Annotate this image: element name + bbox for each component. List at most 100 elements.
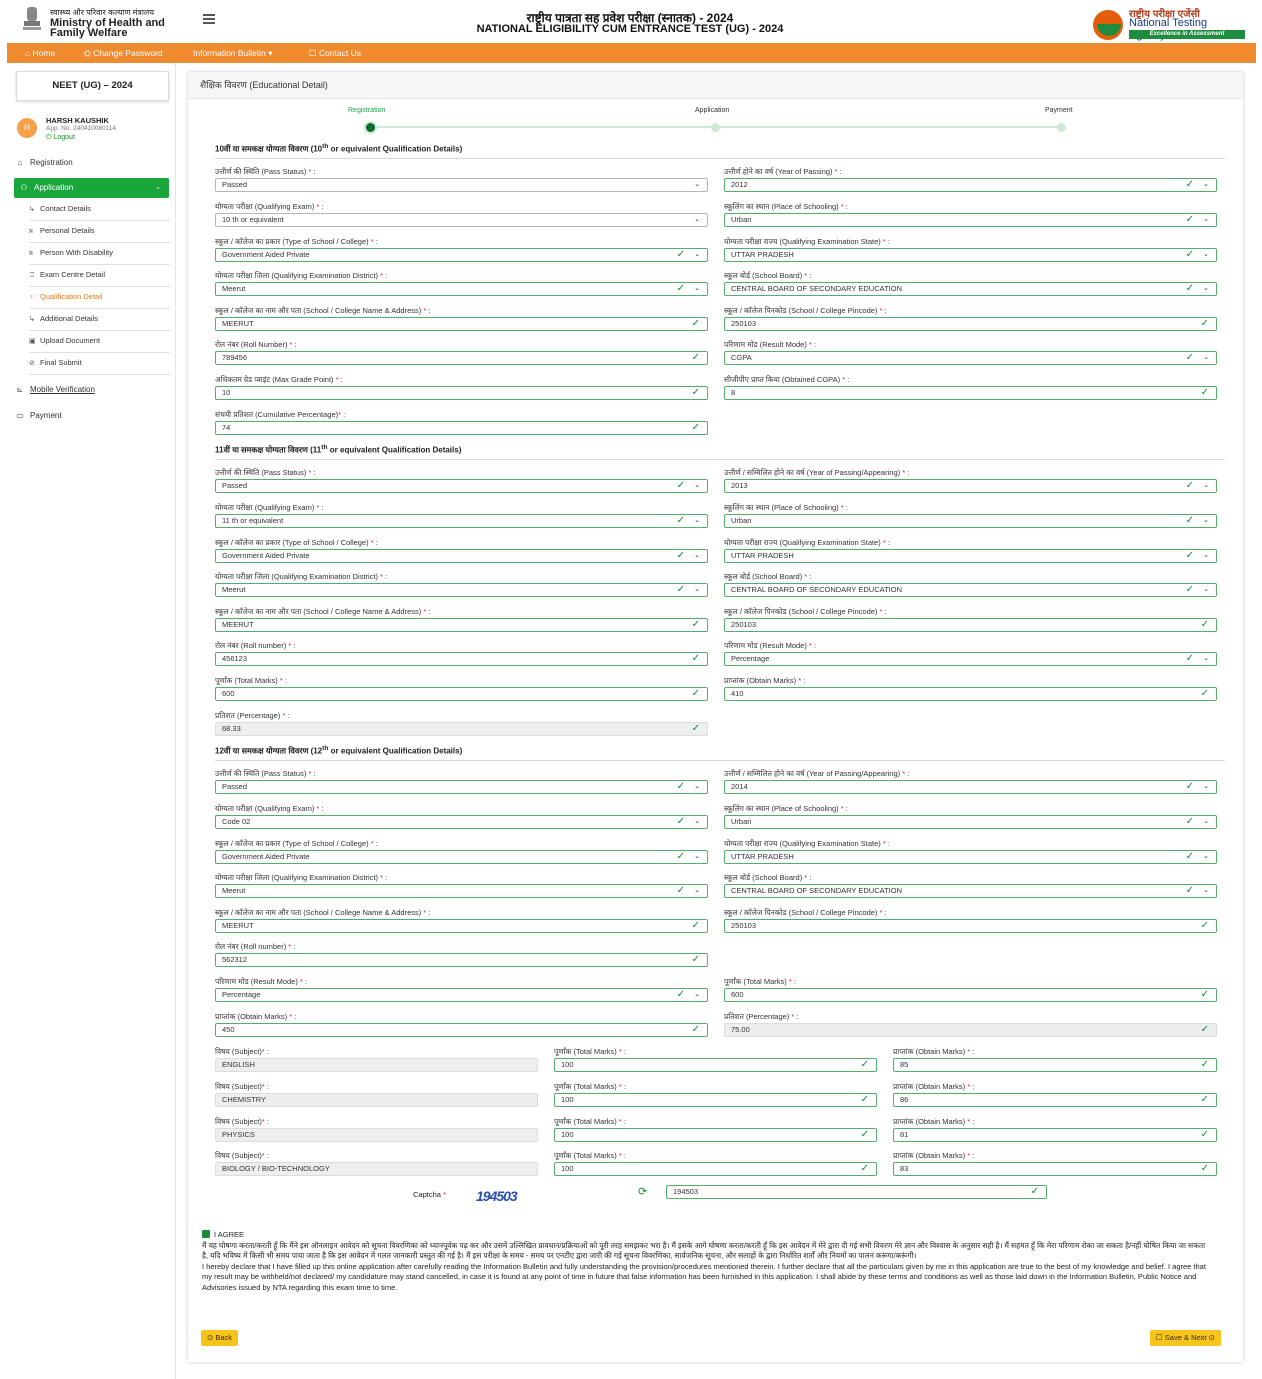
obtained-cgpa-input[interactable]: 8 ✓: [724, 386, 1217, 400]
qualifying-district-select[interactable]: Meerut ✓ ⌄: [215, 583, 708, 597]
pass-status-select[interactable]: Passed ✓ ⌄: [215, 780, 708, 794]
agree-checkbox[interactable]: I AGREE: [202, 1230, 1212, 1241]
check-icon: ✓: [1185, 550, 1194, 561]
obtain-marks-input[interactable]: 410 ✓: [724, 687, 1217, 701]
hamburger-menu-icon[interactable]: [203, 14, 215, 24]
sidebar-item-registration[interactable]: ⌂ Registration: [14, 153, 73, 173]
chevron-down-icon: ⌄: [1203, 482, 1209, 489]
school-type-select[interactable]: Government Aided Private ✓ ⌄: [215, 850, 708, 864]
person-icon: ᴙ: [29, 228, 33, 235]
label-total-marks: पूर्णांक (Total Marks) * :: [215, 676, 287, 685]
percentage-field: 75.00 ✓: [724, 1023, 1217, 1037]
check-icon: ✓: [1185, 781, 1194, 792]
sidebar-item-payment[interactable]: ▭ Payment: [14, 406, 61, 426]
qualifying-exam-select[interactable]: 10 th or equivalent ⌄: [215, 213, 708, 227]
refresh-icon[interactable]: ⟳: [638, 1185, 647, 1198]
result-mode-select[interactable]: Percentage ✓ ⌄: [215, 988, 708, 1002]
place-schooling-select[interactable]: Urban ✓ ⌄: [724, 213, 1217, 227]
logout-link[interactable]: ⏻ Logout: [46, 134, 75, 142]
qualifying-state-select[interactable]: UTTAR PRADESH ✓ ⌄: [724, 850, 1217, 864]
total-marks-input[interactable]: 600 ✓: [215, 687, 708, 701]
nav-contact-us[interactable]: ☐ Contact Us: [309, 43, 361, 63]
save-next-button[interactable]: ☐ Save & Next ⊙: [1150, 1330, 1221, 1346]
sidebar-item-additional-details[interactable]: ↳ Additional Details: [29, 309, 170, 331]
pass-status-select[interactable]: Passed ✓ ⌄: [215, 479, 708, 493]
result-mode-select[interactable]: CGPA ✓ ⌄: [724, 351, 1217, 365]
year-passing-select[interactable]: 2014 ✓ ⌄: [724, 780, 1217, 794]
sidebar-item-upload-document[interactable]: ▣ Upload Document: [29, 331, 170, 353]
nav-change-password[interactable]: ⛭ Change Password: [84, 43, 163, 63]
school-pincode-input[interactable]: 250103 ✓: [724, 618, 1217, 632]
place-schooling-select[interactable]: Urban ✓ ⌄: [724, 815, 1217, 829]
school-pincode-input[interactable]: 250103 ✓: [724, 317, 1217, 331]
chevron-down-icon: ⌄: [155, 184, 161, 191]
max-grade-input[interactable]: 10 ✓: [215, 386, 708, 400]
school-type-select[interactable]: Government Aided Private ✓ ⌄: [215, 248, 708, 262]
place-schooling-select[interactable]: Urban ✓ ⌄: [724, 514, 1217, 528]
subject-total-input[interactable]: 100 ✓: [554, 1128, 877, 1142]
qualifying-exam-select[interactable]: 11 th or equivalent ✓ ⌄: [215, 514, 708, 528]
avatar: H: [17, 118, 37, 138]
pass-status-select[interactable]: Passed ⌄: [215, 178, 708, 192]
nav-information-bulletin[interactable]: Information Bulletin ▾: [193, 43, 272, 63]
subject-obtain-input[interactable]: 81 ✓: [893, 1128, 1217, 1142]
sidebar-item-disability[interactable]: ᴙ Person With Disability: [29, 243, 170, 265]
subject-obtain-input[interactable]: 83 ✓: [893, 1162, 1217, 1176]
subject-total-input[interactable]: 100 ✓: [554, 1058, 877, 1072]
sidebar-item-qualification[interactable]: ♆ Qualification Detail: [29, 287, 170, 309]
school-board-select[interactable]: CENTRAL BOARD OF SECONDARY EDUCATION ✓ ⌄: [724, 884, 1217, 898]
nav-home[interactable]: ⌂ Home: [25, 43, 55, 63]
label-pass-status: उत्तीर्ण की स्थिति (Pass Status) * :: [215, 167, 316, 176]
back-button[interactable]: ⊙ Back: [201, 1330, 239, 1346]
person-icon: ᴙ: [29, 250, 33, 257]
sidebar-item-application[interactable]: ⚇ Application ⌄: [14, 178, 169, 198]
roll-number-input[interactable]: 789456 ✓: [215, 351, 708, 365]
school-board-select[interactable]: CENTRAL BOARD OF SECONDARY EDUCATION ✓ ⌄: [724, 583, 1217, 597]
captcha-input[interactable]: 194503 ✓: [666, 1185, 1047, 1199]
qualifying-district-select[interactable]: Meerut ✓ ⌄: [215, 282, 708, 296]
check-icon: ✓: [676, 851, 685, 862]
sidebar-item-personal-details[interactable]: ᴙ Personal Details: [29, 221, 170, 243]
school-name-input[interactable]: MEERUT ✓: [215, 317, 708, 331]
qualifying-state-select[interactable]: UTTAR PRADESH ✓ ⌄: [724, 248, 1217, 262]
subject-total-input[interactable]: 100 ✓: [554, 1162, 877, 1176]
label-total-marks: पूर्णांक (Total Marks) * :: [554, 1082, 626, 1091]
year-passing-select[interactable]: 2012 ✓ ⌄: [724, 178, 1217, 192]
year-passing-select[interactable]: 2013 ✓ ⌄: [724, 479, 1217, 493]
nta-tagline: Excellence in Assessment: [1129, 30, 1245, 39]
section-10th: 10वीं या समकक्ष योग्यता विवरण (10th or e…: [215, 143, 1225, 159]
chevron-down-icon: ⌄: [1203, 216, 1209, 223]
sidebar-item-mobile-verification[interactable]: ⊾ Mobile Verification: [14, 380, 95, 400]
section-title: 11वीं या समकक्ष योग्यता विवरण (11: [215, 445, 322, 455]
sidebar-item-contact-details[interactable]: ↳ Contact Details: [29, 199, 170, 221]
sidebar-item-label: Qualification Detail: [40, 292, 103, 301]
sidebar-item-final-submit[interactable]: ⊘ Final Submit: [29, 353, 170, 375]
qualifying-exam-select[interactable]: Code 02 ✓ ⌄: [215, 815, 708, 829]
chevron-down-icon: ⌄: [1203, 285, 1209, 292]
subject-obtain-input[interactable]: 86 ✓: [893, 1093, 1217, 1107]
total-marks-input[interactable]: 600 ✓: [724, 988, 1217, 1002]
school-type-select[interactable]: Government Aided Private ✓ ⌄: [215, 549, 708, 563]
check-icon: ✓: [1200, 920, 1209, 931]
qualifying-district-select[interactable]: Meerut ✓ ⌄: [215, 884, 708, 898]
cumulative-percentage-input[interactable]: 74 ✓: [215, 421, 708, 435]
chevron-down-icon: ⌄: [694, 517, 700, 524]
roll-number-input[interactable]: 456123 ✓: [215, 652, 708, 666]
section-12th: 12वीं या समकक्ष योग्यता विवरण (12th or e…: [215, 745, 1225, 761]
checkbox-checked-icon[interactable]: [202, 1230, 210, 1238]
check-icon: ✓: [676, 885, 685, 896]
obtain-marks-input[interactable]: 450 ✓: [215, 1023, 708, 1037]
label-qualifying-state: योग्यता परीक्षा राज्य (Qualifying Examin…: [724, 538, 890, 547]
subject-total-input[interactable]: 100 ✓: [554, 1093, 877, 1107]
label-obtain-marks: प्राप्तांक (Obtain Marks) * :: [724, 676, 806, 685]
check-icon: ✓: [1200, 688, 1209, 699]
roll-number-input[interactable]: 562312 ✓: [215, 953, 708, 967]
sidebar-item-exam-centre[interactable]: ♖ Exam Centre Detail: [29, 265, 170, 287]
school-pincode-input[interactable]: 250103 ✓: [724, 919, 1217, 933]
school-name-input[interactable]: MEERUT ✓: [215, 919, 708, 933]
school-name-input[interactable]: MEERUT ✓: [215, 618, 708, 632]
subject-obtain-input[interactable]: 85 ✓: [893, 1058, 1217, 1072]
school-board-select[interactable]: CENTRAL BOARD OF SECONDARY EDUCATION ✓ ⌄: [724, 282, 1217, 296]
result-mode-select[interactable]: Percentage ✓ ⌄: [724, 652, 1217, 666]
qualifying-state-select[interactable]: UTTAR PRADESH ✓ ⌄: [724, 549, 1217, 563]
